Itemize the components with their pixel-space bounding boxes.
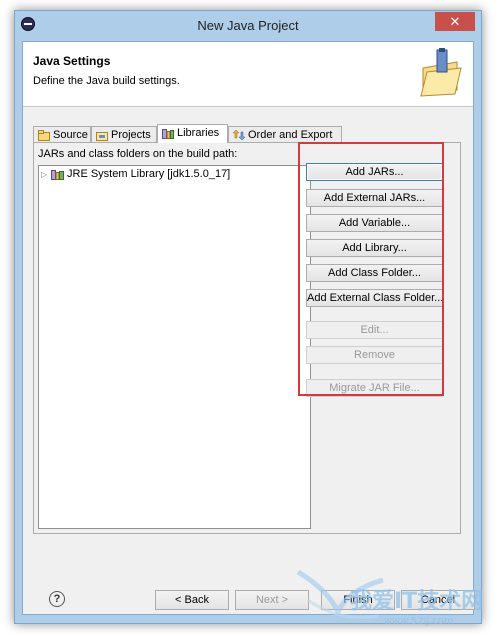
tab-source[interactable]: Source [33,126,91,142]
add-external-jars-button[interactable]: Add External JARs... [306,189,443,207]
tree-item-label: JRE System Library [jdk1.5.0_17] [67,168,231,180]
cancel-button[interactable]: Cancel [401,590,475,610]
tab-order-and-export[interactable]: Order and Export [228,126,342,142]
order-export-icon [233,129,245,140]
tree-item-jre-library[interactable]: ▷ JRE System Library [jdk1.5.0_17] [41,168,230,180]
add-class-folder-button[interactable]: Add Class Folder... [306,264,443,282]
next-button[interactable]: Next > [235,590,309,610]
tab-label: Libraries [177,127,220,139]
tab-label: Source [53,129,88,141]
dialog-body: Java Settings Define the Java build sett… [22,41,475,615]
window-title: New Java Project [197,18,299,33]
tab-label: Projects [111,129,151,141]
source-folder-icon [38,129,50,141]
edit-button[interactable]: Edit... [306,321,443,339]
build-path-label: JARs and class folders on the build path… [38,148,238,160]
add-external-class-folder-button[interactable]: Add External Class Folder... [306,289,443,307]
help-icon[interactable]: ? [49,591,65,607]
add-library-button[interactable]: Add Library... [306,239,443,257]
expand-arrow-icon[interactable]: ▷ [41,170,51,179]
title-bar[interactable]: New Java Project ✕ [15,11,481,39]
back-button[interactable]: < Back [155,590,229,610]
wizard-header: Java Settings Define the Java build sett… [23,42,473,107]
dialog-window: New Java Project ✕ Java Settings Define … [14,10,482,624]
finish-button[interactable]: Finish [321,590,395,610]
libraries-icon [162,128,174,139]
migrate-jar-file-button[interactable]: Migrate JAR File... [306,379,443,397]
add-jars-button[interactable]: Add JARs... [306,163,443,181]
add-variable-button[interactable]: Add Variable... [306,214,443,232]
java-project-banner-icon [420,48,462,97]
close-button[interactable]: ✕ [435,12,475,31]
remove-button[interactable]: Remove [306,346,443,364]
projects-icon [96,131,108,141]
tab-projects[interactable]: Projects [91,126,157,142]
page-description: Define the Java build settings. [33,75,180,87]
build-path-tree[interactable]: ▷ JRE System Library [jdk1.5.0_17] [38,165,311,529]
tab-libraries[interactable]: Libraries [157,124,228,143]
library-jar-icon [51,169,64,180]
tab-label: Order and Export [248,129,333,141]
page-title: Java Settings [33,54,111,68]
